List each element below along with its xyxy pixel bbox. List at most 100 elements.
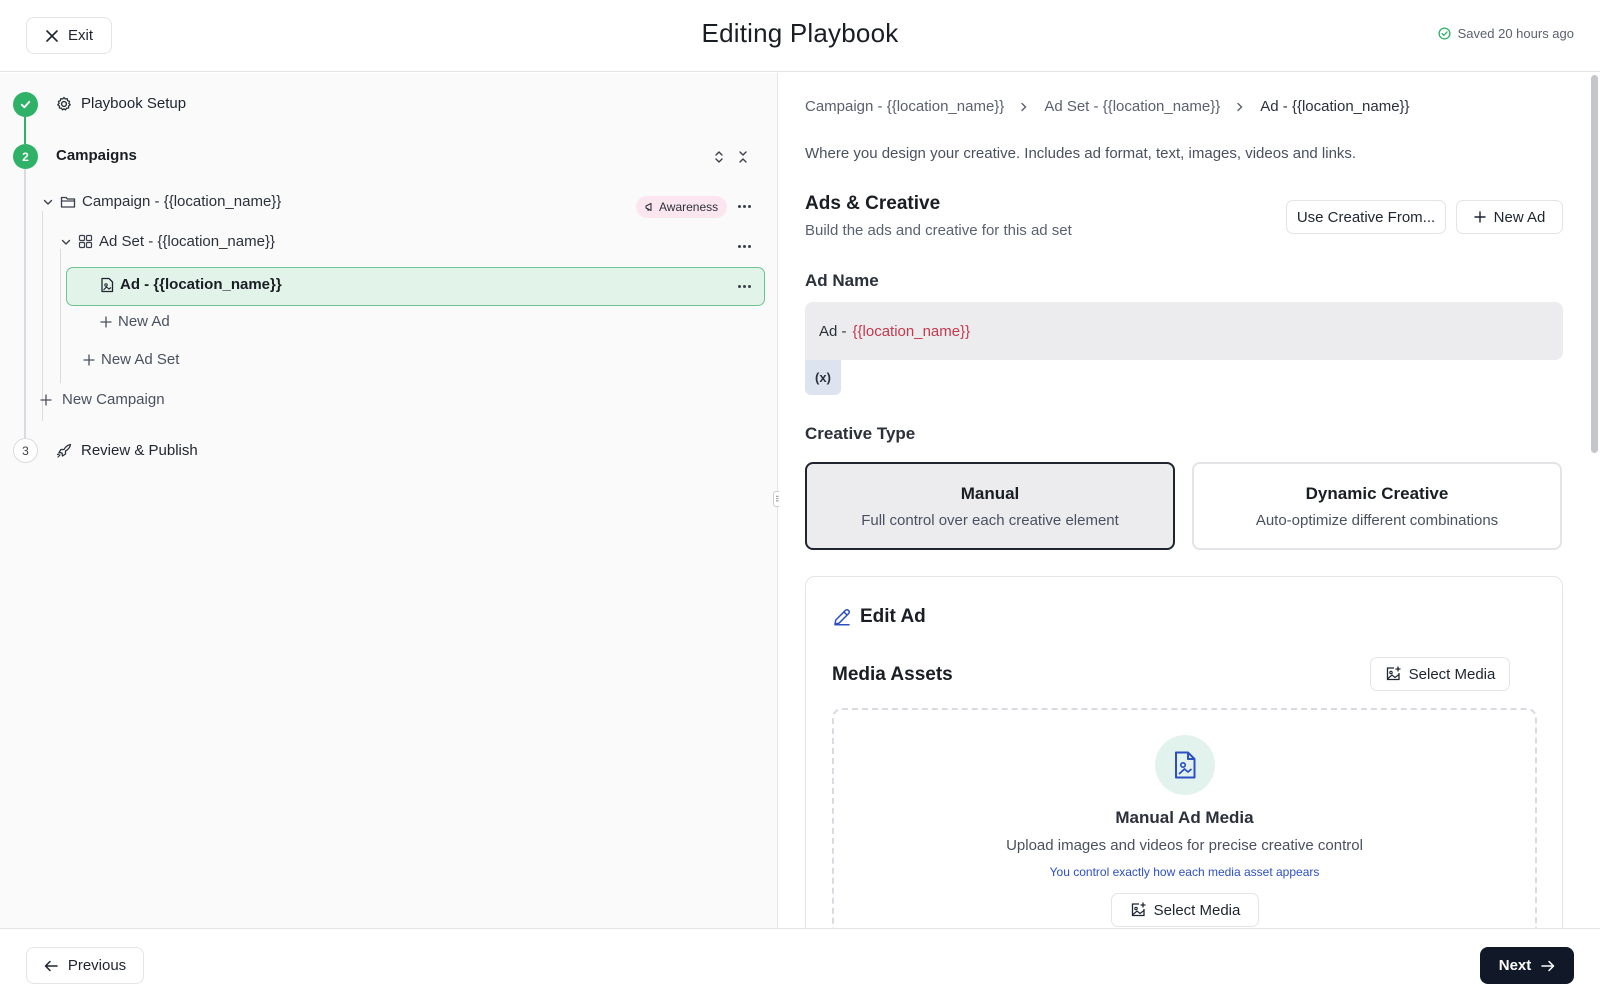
folder-icon [60,195,76,209]
step-number-badge: 2 [13,144,38,169]
page-title: Editing Playbook [701,18,899,48]
dropzone-title: Manual Ad Media [1115,808,1254,827]
creative-type-title: Manual [960,484,1020,503]
media-dropzone[interactable]: Manual Ad Media Upload images and videos… [832,708,1537,928]
use-creative-from-button[interactable]: Use Creative From... [1286,200,1446,234]
rocket-icon [56,443,72,459]
new-ad-button[interactable]: New Ad [1456,200,1563,234]
tree-item-ad[interactable]: Ad - {{location_name}} [100,276,282,293]
check-icon [20,100,31,109]
playbook-steps-panel: Playbook Setup 2 Campaigns Campaign - {{… [0,73,778,928]
previous-label: Previous [67,957,127,974]
chevron-down-icon[interactable] [60,236,72,248]
chevron-right-icon [1020,102,1028,112]
header-bar: Exit Editing Playbook Saved 20 hours ago [0,0,1600,72]
breadcrumb: Campaign - {{location_name}} Ad Set - {{… [805,98,1410,115]
next-label: Next [1498,957,1532,974]
step-number-badge: 3 [13,438,38,463]
adset-more-icon[interactable] [732,236,756,256]
chevron-down-icon[interactable] [42,196,54,208]
section-subtitle: Build the ads and creative for this ad s… [805,222,1072,239]
ad-name-input[interactable]: Ad - {{location_name}} [805,302,1563,360]
select-media-label: Select Media [1408,665,1496,683]
megaphone-icon [645,202,655,212]
step-label: Playbook Setup [81,95,187,112]
saved-text: Saved 20 hours ago [1457,26,1574,41]
new-ad-label: New Ad [118,313,170,330]
new-adset-link[interactable]: New Ad Set [83,351,179,368]
arrow-left-icon [44,960,58,972]
step-playbook-setup[interactable]: Playbook Setup [56,95,186,112]
collapse-all-icon[interactable] [734,148,752,166]
tree-item-adset[interactable]: Ad Set - {{location_name}} [60,233,275,250]
dropzone-subtitle: Upload images and videos for precise cre… [1006,837,1363,854]
ad-name-label: Ad Name [805,271,879,290]
dropzone-note: You control exactly how each media asset… [1049,865,1320,879]
step-label: Review & Publish [81,442,198,459]
chevron-right-icon [1236,102,1244,112]
creative-type-label: Creative Type [805,424,916,443]
plus-icon [83,353,95,366]
file-image-icon [1155,735,1215,795]
image-plus-icon [1130,902,1146,918]
creative-type-dynamic[interactable]: Dynamic Creative Auto-optimize different… [1192,462,1562,550]
new-campaign-link[interactable]: New Campaign [40,391,165,408]
expand-all-icon[interactable] [710,148,728,166]
dropzone-select-media-button[interactable]: Select Media [1111,893,1259,927]
check-circle-icon [1438,27,1451,40]
pencil-icon [832,607,852,627]
select-media-label: Select Media [1153,901,1241,919]
gear-icon [56,96,72,112]
creative-type-subtitle: Auto-optimize different combinations [1255,512,1499,529]
scrollbar[interactable] [1591,75,1598,453]
next-button[interactable]: Next [1480,947,1574,984]
edit-ad-card: Edit Ad Media Assets Select Media Manual… [805,576,1563,928]
campaign-name: Campaign - {{location_name}} [82,193,282,210]
new-ad-link[interactable]: New Ad [100,313,170,330]
badge-label: Awareness [659,200,719,214]
media-assets-title: Media Assets [832,664,953,685]
tree-guide-line [60,249,61,383]
ad-name-variable-token: {{location_name}} [852,322,971,340]
ad-name: Ad - {{location_name}} [120,276,282,293]
plus-icon [100,315,112,328]
step-review-publish[interactable]: Review & Publish [56,442,198,459]
creative-type-manual[interactable]: Manual Full control over each creative e… [805,462,1175,550]
save-status: Saved 20 hours ago [1438,26,1574,41]
objective-badge: Awareness [636,196,728,218]
tree-item-campaign[interactable]: Campaign - {{location_name}} [42,193,281,210]
breadcrumb-campaign[interactable]: Campaign - {{location_name}} [805,98,1004,115]
breadcrumb-adset[interactable]: Ad Set - {{location_name}} [1044,98,1220,115]
section-title: Ads & Creative [805,193,941,214]
step-label: Campaigns [56,147,137,164]
new-campaign-label: New Campaign [62,391,165,408]
step-connector [24,117,26,144]
grid-icon [78,234,93,249]
plus-icon [40,393,52,406]
tree-guide-line [42,211,43,421]
step-campaigns[interactable]: Campaigns [56,147,137,164]
breadcrumb-ad: Ad - {{location_name}} [1260,98,1410,115]
previous-button[interactable]: Previous [26,947,144,984]
select-media-button[interactable]: Select Media [1370,657,1510,691]
creative-type-title: Dynamic Creative [1305,484,1449,503]
step-description: Where you design your creative. Includes… [805,145,1357,162]
step-connector [24,169,26,438]
edit-ad-heading: Edit Ad [832,606,926,628]
file-image-icon [100,277,114,293]
footer-bar: Previous Next [0,928,1600,1000]
creative-type-subtitle: Full control over each creative element [861,512,1119,529]
ad-editor-panel: Campaign - {{location_name}} Ad Set - {{… [779,73,1600,928]
new-adset-label: New Ad Set [101,351,180,368]
new-ad-label: New Ad [1493,208,1546,226]
insert-variable-button[interactable]: (x) [805,360,841,395]
edit-ad-title: Edit Ad [860,606,926,627]
ad-name-prefix: Ad - [819,322,847,340]
arrow-right-icon [1541,960,1555,972]
image-plus-icon [1385,666,1401,682]
plus-icon [1473,211,1486,223]
ad-more-icon[interactable] [732,276,756,296]
campaign-more-icon[interactable] [732,196,756,216]
step-complete-badge [13,92,38,117]
adset-name: Ad Set - {{location_name}} [99,233,275,250]
